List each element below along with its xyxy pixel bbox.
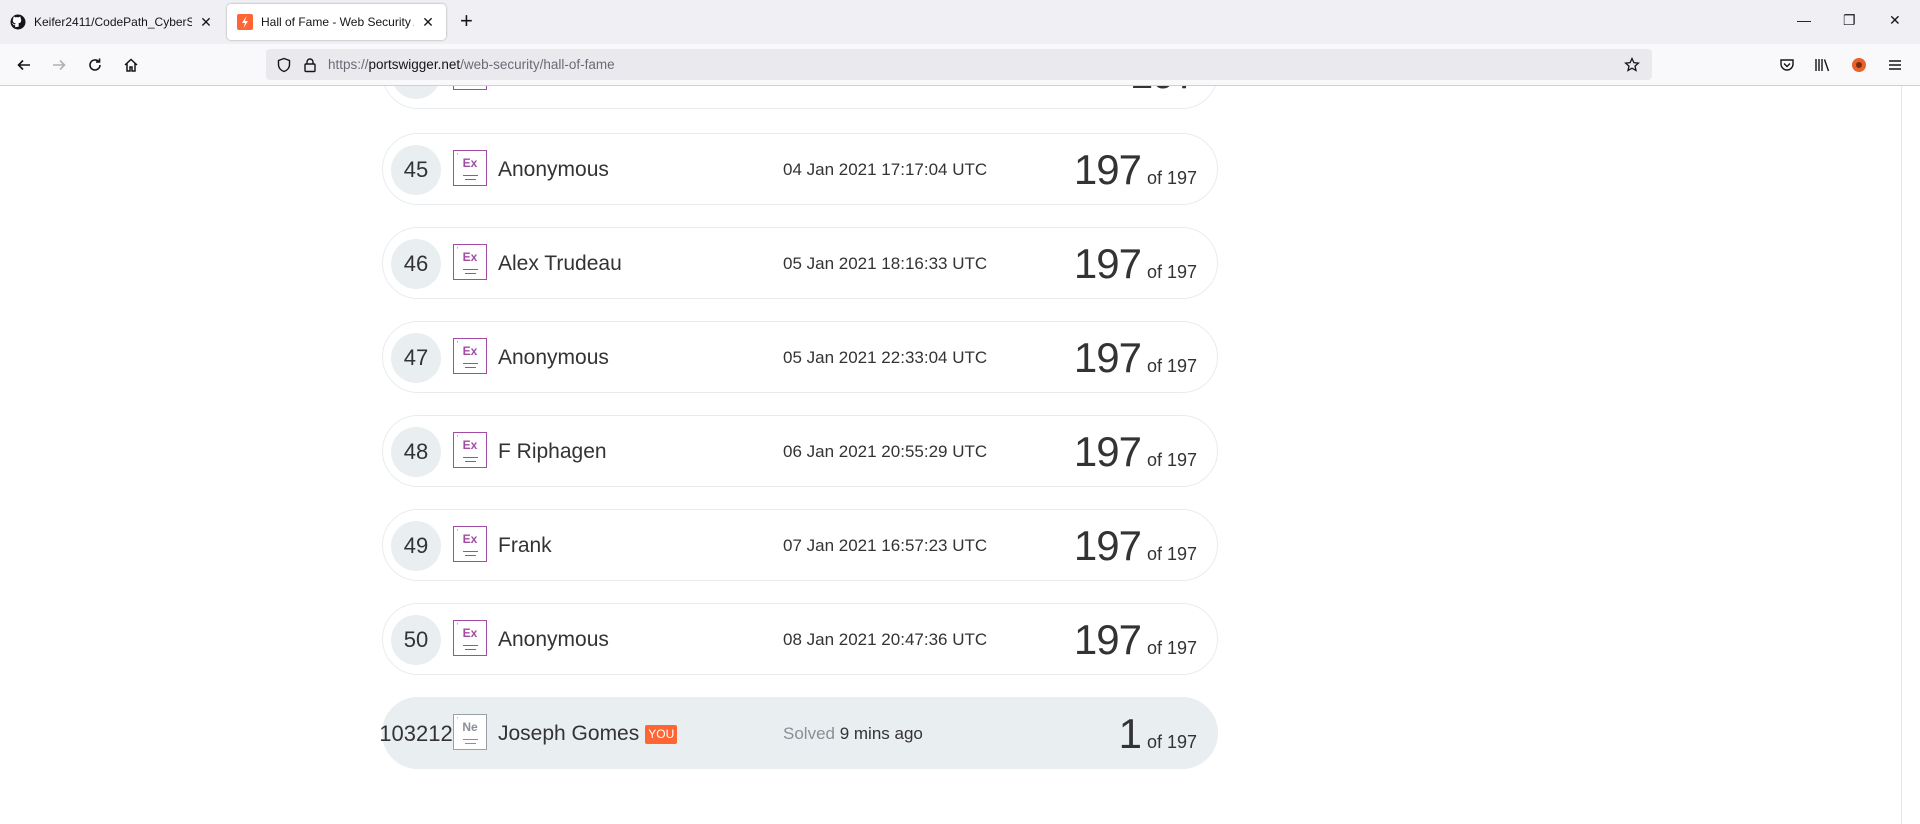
player-name: Anonymous bbox=[498, 158, 609, 181]
score: 197 bbox=[1130, 86, 1198, 98]
completion-date: 08 Jan 2021 20:47:36 UTC bbox=[783, 630, 988, 649]
leaderboard-row: 50 ' Ex Anonymous 08 Jan 2021 20:47:36 UT… bbox=[382, 603, 1218, 675]
player-name: Frank bbox=[498, 534, 552, 557]
completion-date: 04 Jan 2021 17:17:04 UTC bbox=[783, 160, 988, 179]
minimize-icon[interactable]: — bbox=[1797, 12, 1811, 28]
rank-circle bbox=[391, 86, 441, 99]
restore-icon[interactable]: ❐ bbox=[1843, 12, 1856, 29]
score: 197 of 197 bbox=[1073, 240, 1197, 287]
leaderboard-row: 48 ' Ex F Riphagen 06 Jan 2021 20:55:29 U… bbox=[382, 415, 1218, 487]
rank-number: 48 bbox=[391, 427, 441, 477]
tab-github[interactable]: Keifer2411/CodePath_CyberSec ✕ bbox=[0, 4, 224, 40]
bookmark-star-icon[interactable] bbox=[1622, 55, 1642, 75]
tab-hall-of-fame[interactable]: Hall of Fame - Web Security Ac ✕ bbox=[227, 4, 446, 40]
vertical-scrollbar[interactable] bbox=[1901, 86, 1920, 824]
lock-icon[interactable] bbox=[300, 55, 320, 75]
score: 197 of 197 bbox=[1073, 428, 1197, 475]
address-bar[interactable]: https://portswigger.net/web-security/hal… bbox=[266, 49, 1652, 80]
navigation-toolbar: https://portswigger.net/web-security/hal… bbox=[0, 44, 1920, 86]
url-text: https://portswigger.net/web-security/hal… bbox=[328, 57, 615, 72]
expert-badge-icon: 'Ex bbox=[453, 150, 487, 186]
player-name: Alex Trudeau bbox=[498, 252, 622, 275]
reload-icon[interactable] bbox=[83, 54, 107, 76]
pocket-icon[interactable] bbox=[1777, 55, 1797, 75]
close-tab-icon[interactable]: ✕ bbox=[198, 14, 214, 31]
new-tab-plus-icon[interactable]: + bbox=[460, 10, 473, 32]
completion-date: 05 Jan 2021 22:33:04 UTC bbox=[783, 348, 988, 367]
tab-title: Hall of Fame - Web Security Ac bbox=[261, 15, 414, 29]
completion-date: 05 Jan 2021 18:16:33 UTC bbox=[783, 254, 988, 273]
close-tab-icon[interactable]: ✕ bbox=[420, 14, 436, 31]
completion-date: 06 Jan 2021 20:55:29 UTC bbox=[783, 442, 988, 461]
back-arrow-icon[interactable] bbox=[12, 54, 36, 76]
expert-badge-icon: 'Ex bbox=[453, 244, 487, 280]
home-icon[interactable] bbox=[119, 54, 143, 76]
rank-number: 50 bbox=[391, 615, 441, 665]
player-name: Anonymous bbox=[498, 628, 609, 651]
solved-status: Solved 9 mins ago bbox=[783, 724, 923, 743]
leaderboard-row: 'Ex 197 bbox=[382, 86, 1218, 109]
current-user-row: 103212 ' Ne Joseph Gomes YOU Solved 9 mins… bbox=[379, 697, 1218, 769]
extension-icon[interactable] bbox=[1849, 55, 1869, 75]
expert-badge-icon: 'Ex bbox=[453, 620, 487, 656]
page-viewport: 'Ex 197 45 'Ex Anonymous 04 Jan 2021 17:… bbox=[0, 86, 1920, 824]
rank-number: 49 bbox=[391, 521, 441, 571]
player-name: Joseph Gomes YOU bbox=[498, 722, 678, 746]
rank-number: 46 bbox=[391, 239, 441, 289]
library-icon[interactable] bbox=[1813, 55, 1833, 75]
leaderboard-row: 45 ' Ex Anonymous 04 Jan 2021 17:17:04 UT… bbox=[382, 133, 1218, 205]
expert-badge-icon: 'Ex bbox=[453, 526, 487, 562]
tab-title: Keifer2411/CodePath_CyberSec bbox=[34, 15, 192, 29]
hamburger-menu-icon[interactable] bbox=[1885, 55, 1905, 75]
score: 197 of 197 bbox=[1073, 522, 1197, 569]
completion-date: 07 Jan 2021 16:57:23 UTC bbox=[783, 536, 988, 555]
rank-number: 47 bbox=[391, 333, 441, 383]
forward-arrow-icon[interactable] bbox=[47, 54, 71, 76]
score: 1 of 197 bbox=[1118, 710, 1197, 757]
you-tag: YOU bbox=[645, 725, 678, 744]
tracking-shield-icon[interactable] bbox=[274, 55, 294, 75]
player-name: Anonymous bbox=[498, 346, 609, 369]
leaderboard-row: 47 ' Ex Anonymous 05 Jan 2021 22:33:04 UT… bbox=[382, 321, 1218, 393]
window-close-icon[interactable]: ✕ bbox=[1889, 12, 1901, 29]
expert-badge-icon: 'Ex bbox=[453, 338, 487, 374]
score: 197 of 197 bbox=[1073, 146, 1197, 193]
rank-number: 45 bbox=[391, 145, 441, 195]
player-name: F Riphagen bbox=[498, 440, 607, 463]
github-icon bbox=[10, 14, 26, 30]
tab-bar: Keifer2411/CodePath_CyberSec ✕ Hall of F… bbox=[0, 0, 1920, 44]
portswigger-icon bbox=[237, 14, 253, 30]
novice-badge-icon: ' Ne bbox=[453, 714, 487, 750]
score: 197 of 197 bbox=[1073, 616, 1197, 663]
leaderboard-row: 46 ' Ex Alex Trudeau 05 Jan 2021 18:16:33… bbox=[382, 227, 1218, 299]
rank-number: 103212 bbox=[379, 721, 453, 746]
expert-badge-icon: 'Ex bbox=[453, 432, 487, 468]
score: 197 of 197 bbox=[1073, 334, 1197, 381]
expert-badge-icon: 'Ex bbox=[453, 86, 487, 90]
leaderboard-row: 49 ' Ex Frank 07 Jan 2021 16:57:23 UTC 19… bbox=[382, 509, 1218, 581]
